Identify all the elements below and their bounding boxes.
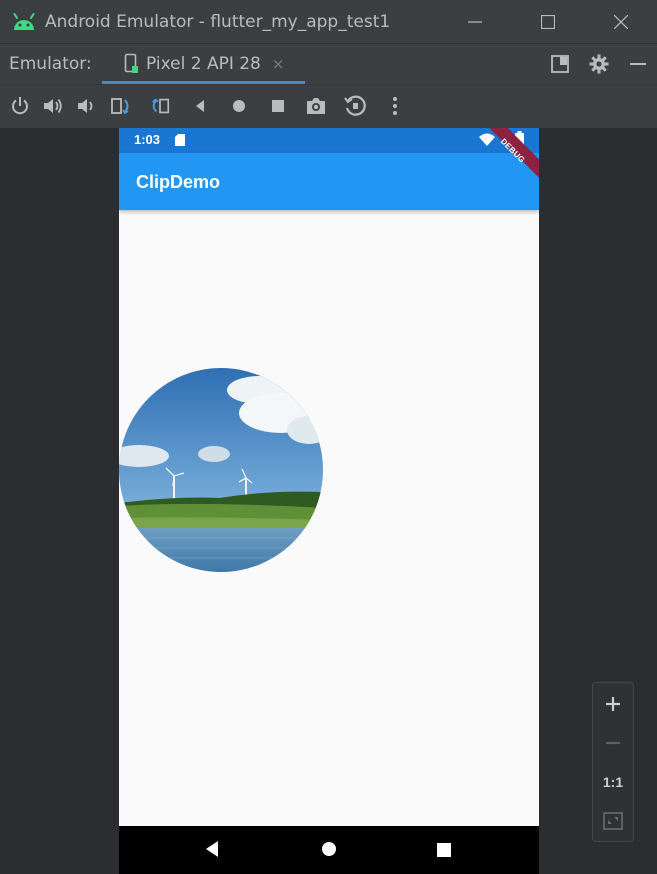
close-icon	[613, 14, 628, 29]
status-bar: 1:03	[119, 128, 539, 153]
snapshot-icon[interactable]	[344, 95, 366, 117]
device-icon	[124, 53, 139, 75]
tab-label: Pixel 2 API 28	[146, 54, 261, 74]
power-icon[interactable]	[9, 95, 31, 117]
landscape-photo	[119, 368, 323, 572]
app-bar: ClipDemo	[119, 153, 539, 210]
fit-screen-icon	[603, 812, 623, 830]
rotate-left-icon[interactable]	[110, 95, 132, 117]
minus-icon	[606, 741, 620, 745]
layout-toggle-icon[interactable]	[548, 52, 571, 75]
volume-down-icon[interactable]	[76, 95, 98, 117]
volume-up-icon[interactable]	[42, 95, 64, 117]
tab-close-icon[interactable]: ×	[272, 55, 285, 73]
close-window-button[interactable]	[584, 0, 657, 43]
emulator-toolbar	[0, 84, 657, 128]
nav-back-button[interactable]	[204, 840, 220, 862]
overview-icon[interactable]	[267, 95, 289, 117]
window-title: Android Emulator - flutter_my_app_test1	[45, 11, 391, 32]
maximize-icon	[540, 14, 555, 29]
emulator-tab-bar: Emulator: Pixel 2 API 28 ×	[0, 43, 657, 84]
wifi-icon	[479, 133, 495, 146]
zoom-out-button[interactable]	[593, 726, 633, 760]
zoom-in-button[interactable]	[593, 687, 633, 721]
system-navigation-bar	[119, 826, 539, 874]
nav-overview-icon	[437, 843, 451, 857]
nav-home-button[interactable]	[321, 841, 337, 861]
nav-overview-button[interactable]	[437, 842, 451, 861]
minimize-button[interactable]	[438, 0, 511, 43]
clipped-oval-image	[119, 368, 323, 572]
tab-pixel-2-api-28[interactable]: Pixel 2 API 28 ×	[102, 44, 305, 84]
screenshot-icon[interactable]	[305, 95, 327, 117]
minimize-icon	[467, 20, 482, 23]
android-logo-icon	[13, 12, 35, 30]
settings-gear-icon[interactable]	[587, 52, 610, 75]
zoom-actual-size-button[interactable]: 1:1	[593, 765, 633, 799]
more-options-icon[interactable]	[384, 95, 406, 117]
nav-home-icon	[322, 842, 336, 856]
sd-card-icon	[175, 134, 185, 146]
rotate-right-icon[interactable]	[149, 95, 171, 117]
zoom-ratio-label: 1:1	[602, 774, 624, 790]
zoom-controls: 1:1	[592, 682, 634, 842]
zoom-fit-button[interactable]	[593, 804, 633, 838]
maximize-button[interactable]	[511, 0, 584, 43]
nav-back-icon	[206, 841, 218, 857]
plus-icon	[606, 697, 620, 711]
back-icon[interactable]	[189, 95, 211, 117]
window-title-bar: Android Emulator - flutter_my_app_test1	[0, 0, 657, 43]
device-screen: 1:03 ClipDemo DEBUG	[119, 128, 539, 874]
app-title: ClipDemo	[136, 172, 221, 192]
emulator-label: Emulator:	[9, 54, 92, 74]
status-time: 1:03	[134, 132, 161, 147]
home-icon[interactable]	[228, 95, 250, 117]
hide-panel-icon[interactable]	[626, 52, 649, 75]
